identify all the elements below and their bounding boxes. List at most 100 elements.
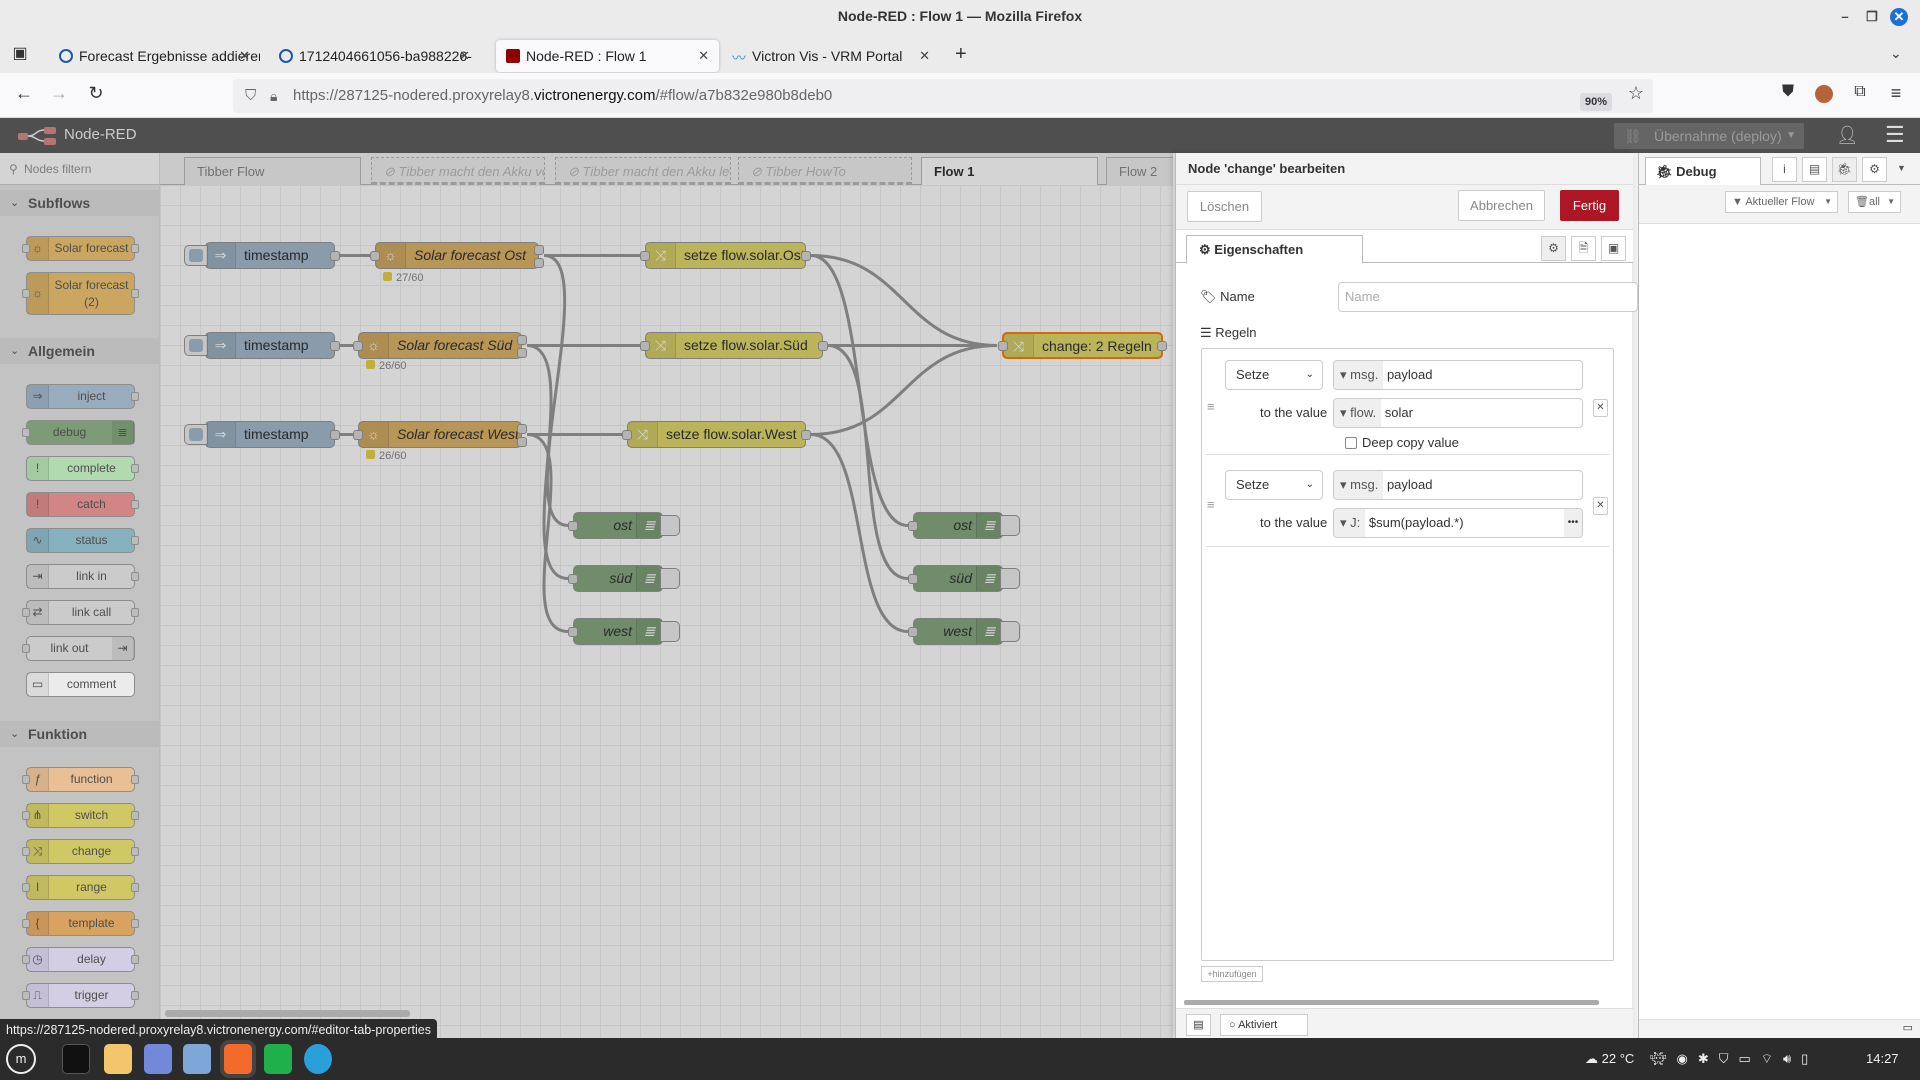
profile-avatar[interactable] — [1815, 85, 1833, 103]
debug-bug-icon[interactable]: 🐞︎ — [1832, 157, 1857, 182]
to-the-value-label: to the value — [1260, 515, 1328, 530]
close-tab-icon[interactable]: ✕ — [239, 40, 250, 72]
browser-tab[interactable]: 1712404661056-ba988226- ✕ — [269, 40, 480, 72]
trash-icon: 🗑︎ — [1855, 196, 1869, 208]
enabled-toggle[interactable]: ○ Aktiviert — [1220, 1014, 1308, 1036]
info-icon[interactable]: i — [1772, 157, 1797, 182]
user-icon[interactable]: 👤︎ — [1836, 125, 1859, 146]
back-icon[interactable]: ← — [12, 83, 36, 104]
close-tab-icon[interactable]: ✕ — [698, 40, 709, 72]
deploy-button[interactable]: ⛓ Übernahme (deploy) ▼ — [1614, 123, 1804, 149]
tab-label: Victron Vis - VRM Portal — [752, 48, 903, 64]
list-tabs-icon[interactable]: ⌄ — [1890, 45, 1902, 62]
rule-value-input[interactable]: ▾ J: $sum(payload.*) ••• — [1333, 508, 1583, 538]
files-icon[interactable] — [104, 1044, 132, 1074]
start-menu-icon[interactable]: m — [6, 1044, 36, 1074]
deploy-dropdown-icon[interactable]: ▼ — [1786, 123, 1796, 149]
settings-gear-icon[interactable]: ⚙ — [1541, 236, 1566, 261]
label-text: Regeln — [1215, 325, 1257, 340]
browser-app-icon[interactable] — [183, 1044, 211, 1074]
forward-icon[interactable]: → — [47, 83, 71, 104]
typed-input-type[interactable]: ▾ flow. — [1334, 399, 1382, 427]
url-bar[interactable]: ⛉ 🔒︎ https://287125-nodered.proxyrelay8.… — [233, 79, 1653, 113]
typed-input-type[interactable]: ▾ J: — [1334, 509, 1366, 537]
rules-label: ☰ Regeln — [1200, 325, 1256, 341]
browser-tab[interactable]: 〰 Victron Vis - VRM Portal ✕ — [722, 40, 940, 72]
debug-filter-button[interactable]: ▼ Aktueller Flow ▼ — [1725, 191, 1838, 213]
browser-tab[interactable]: Forecast Ergebnisse addieren ✕ — [49, 40, 260, 72]
tag-icon: 🏷︎ — [1200, 289, 1221, 304]
os-taskbar: m ☁ 22 °C 👾︎◉✱⛉▭⌔🔊︎▯ 14:27 — [0, 1038, 1920, 1080]
workspace-scrollbar[interactable] — [165, 1010, 410, 1017]
config-gear-icon[interactable]: ⚙ — [1862, 157, 1887, 182]
close-window-button[interactable]: ✕ — [1890, 8, 1908, 26]
tab-debug[interactable]: 🐞︎ Debug — [1645, 157, 1761, 186]
editor-tabs: ⚙ Eigenschaften ⚙ 🗎︎ ▣ — [1176, 230, 1633, 264]
browser-tab-bar: ▣ Forecast Ergebnisse addieren ✕ 17124046… — [0, 37, 1920, 73]
select-value: Setze — [1236, 477, 1270, 492]
weather-text: 22 °C — [1601, 1051, 1635, 1066]
weather[interactable]: ☁ 22 °C — [1585, 1038, 1634, 1080]
done-button[interactable]: Fertig — [1560, 190, 1619, 221]
debug-clear-button[interactable]: 🗑︎all ▼ — [1848, 191, 1901, 213]
sidebar-tabs: 🐞︎ Debug i ▤ 🐞︎ ⚙ ▼ — [1639, 153, 1920, 186]
zoom-level[interactable]: 90% — [1580, 93, 1612, 111]
drag-handle-icon[interactable]: ≡ — [1207, 497, 1215, 512]
palette-shade — [0, 153, 159, 1038]
node-help-icon[interactable]: ▤ — [1186, 1014, 1211, 1036]
discord-icon[interactable] — [144, 1044, 172, 1074]
close-tab-icon[interactable]: ✕ — [459, 40, 470, 72]
cancel-button[interactable]: Abbrechen — [1458, 190, 1545, 221]
checkbox-icon[interactable] — [1345, 437, 1357, 449]
url-domain: victronenergy.com — [534, 87, 656, 104]
main-menu-icon[interactable]: ☰ — [1885, 122, 1905, 148]
browser-tab-active[interactable]: Node-RED : Flow 1 ✕ — [496, 40, 719, 72]
add-rule-button[interactable]: +hinzufügen — [1201, 966, 1263, 982]
delete-button[interactable]: Löschen — [1187, 191, 1262, 222]
rule-target-input[interactable]: ▾ msg. payload — [1333, 360, 1583, 390]
description-icon[interactable]: 🗎︎ — [1571, 236, 1596, 261]
monitor-icon[interactable]: ▭ — [1903, 1021, 1913, 1034]
tab-properties[interactable]: ⚙ Eigenschaften — [1186, 235, 1363, 264]
app-name: Node-RED — [64, 126, 137, 143]
spreadsheet-icon[interactable] — [264, 1044, 292, 1074]
close-tab-icon[interactable]: ✕ — [919, 40, 930, 72]
help-book-icon[interactable]: ▤ — [1802, 157, 1827, 182]
button-label: hinzufügen — [1212, 969, 1257, 979]
remove-rule-button[interactable]: ✕ — [1593, 497, 1608, 515]
tray-icons[interactable]: 👾︎◉✱⛉▭⌔🔊︎▯ — [1650, 1038, 1818, 1080]
tab-overview-icon[interactable]: ▣ — [8, 43, 32, 63]
gear-icon: ⚙ — [1199, 242, 1215, 257]
expand-editor-button[interactable]: ••• — [1564, 509, 1582, 537]
circle-icon: ○ — [1229, 1019, 1239, 1031]
chevron-down-icon: ▼ — [1887, 197, 1895, 206]
name-label: 🏷︎ Name — [1200, 289, 1255, 305]
appearance-icon[interactable]: ▣ — [1601, 236, 1626, 261]
rule-value-input[interactable]: ▾ flow. solar — [1333, 398, 1583, 428]
bookmark-star-icon[interactable]: ☆ — [1624, 83, 1648, 104]
extensions-icon[interactable]: ⧉ — [1848, 83, 1872, 101]
pocket-icon[interactable]: ⛊ — [1776, 83, 1800, 101]
maximize-button[interactable]: ❐ — [1863, 8, 1881, 26]
typed-input-type[interactable]: ▾ msg. — [1334, 361, 1384, 389]
terminal-icon[interactable] — [62, 1044, 90, 1074]
rule-target-input[interactable]: ▾ msg. payload — [1333, 470, 1583, 500]
bug-icon: 🐞︎ — [1656, 164, 1677, 179]
telegram-icon[interactable] — [304, 1044, 332, 1074]
rule-action-select[interactable]: Setze ⌄ — [1225, 360, 1323, 390]
to-the-value-label: to the value — [1260, 405, 1328, 420]
new-tab-button[interactable]: + — [955, 43, 967, 66]
remove-rule-button[interactable]: ✕ — [1593, 399, 1608, 417]
firefox-icon[interactable] — [224, 1044, 252, 1074]
tray-scrollbar[interactable] — [1184, 1000, 1599, 1005]
deep-copy-checkbox[interactable]: Deep copy value — [1345, 435, 1459, 450]
drag-handle-icon[interactable]: ≡ — [1207, 399, 1215, 414]
rule-action-select[interactable]: Setze ⌄ — [1225, 470, 1323, 500]
name-input[interactable]: Name — [1338, 282, 1638, 312]
tab-label: Forecast Ergebnisse addieren — [79, 48, 260, 64]
reload-icon[interactable]: ↻ — [84, 83, 108, 104]
sidebar-dropdown-icon[interactable]: ▼ — [1897, 163, 1906, 173]
menu-icon[interactable]: ≡ — [1884, 83, 1908, 104]
minimize-button[interactable]: – — [1836, 8, 1854, 26]
typed-input-type[interactable]: ▾ msg. — [1334, 471, 1384, 499]
